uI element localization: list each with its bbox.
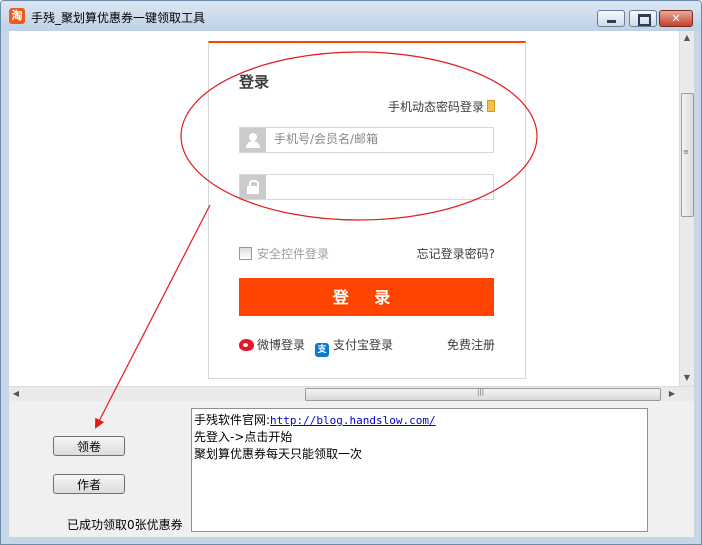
minimize-button[interactable]	[597, 10, 625, 27]
phone-icon	[487, 100, 495, 112]
log-output[interactable]: 手残软件官网:http://blog.handslow.com/ 先登入->点击…	[191, 408, 648, 532]
scroll-right-icon[interactable]: ▶	[665, 387, 679, 401]
site-label: 手残软件官网:	[194, 413, 271, 427]
scroll-down-icon[interactable]: ▼	[680, 371, 694, 385]
grip-icon: ≡	[683, 148, 689, 156]
scroll-left-icon[interactable]: ◀	[9, 387, 23, 401]
site-link[interactable]: http://blog.handslow.com/	[270, 414, 436, 427]
safe-control-label: 安全控件登录	[257, 247, 330, 261]
register-link[interactable]: 免费注册	[447, 336, 495, 353]
claim-coupon-button[interactable]: 领卷	[53, 436, 125, 456]
mobile-login-label: 手机动态密码登录	[387, 100, 484, 114]
vertical-scrollbar[interactable]: ▲ ≡ ▼	[679, 31, 694, 386]
username-field	[239, 127, 494, 153]
safe-control-checkbox[interactable]	[239, 247, 252, 260]
maximize-button[interactable]	[629, 10, 657, 27]
alipay-login-label: 支付宝登录	[333, 338, 394, 352]
embedded-browser: 登录 手机动态密码登录 安全控件登录 忘记登录密码? 登 录 微博登录 支支付宝…	[9, 31, 694, 401]
client-area: 登录 手机动态密码登录 安全控件登录 忘记登录密码? 登 录 微博登录 支支付宝…	[9, 31, 694, 537]
lock-icon	[240, 175, 266, 199]
login-title: 登录	[239, 73, 270, 91]
safe-control-option[interactable]: 安全控件登录	[239, 245, 329, 262]
password-input[interactable]	[274, 178, 484, 194]
password-field	[239, 174, 494, 200]
log-line: 先登入->点击开始	[194, 430, 293, 444]
app-window: 淘 手残_聚划算优惠券一键领取工具 ✕ 登录 手机动态密码登录 安全控件登录 忘…	[0, 0, 702, 545]
alipay-icon: 支	[315, 343, 329, 357]
weibo-icon	[239, 339, 254, 351]
close-button[interactable]: ✕	[659, 10, 693, 27]
scroll-up-icon[interactable]: ▲	[680, 31, 694, 45]
mobile-password-login-link[interactable]: 手机动态密码登录	[388, 98, 495, 115]
forgot-password-link[interactable]: 忘记登录密码?	[417, 245, 495, 262]
close-icon: ✕	[671, 12, 681, 25]
grip-icon: |||	[477, 388, 485, 396]
login-form: 登录 手机动态密码登录 安全控件登录 忘记登录密码? 登 录 微博登录 支支付宝…	[208, 41, 526, 379]
maximize-icon	[638, 14, 651, 26]
log-line: 手残软件官网:http://blog.handslow.com/	[194, 412, 645, 429]
taobao-app-icon: 淘	[9, 8, 25, 24]
claimed-count-label: 已成功领取0张优惠券	[67, 518, 183, 532]
window-title: 手残_聚划算优惠券一键领取工具	[31, 11, 206, 25]
log-line: 聚划算优惠券每天只能领取一次	[194, 447, 363, 461]
author-button[interactable]: 作者	[53, 474, 125, 494]
login-submit-button[interactable]: 登 录	[239, 278, 494, 316]
alipay-login-link[interactable]: 支支付宝登录	[315, 336, 393, 357]
title-bar[interactable]: 淘 手残_聚划算优惠券一键领取工具 ✕	[1, 1, 701, 31]
weibo-login-link[interactable]: 微博登录	[239, 336, 305, 353]
weibo-login-label: 微博登录	[257, 338, 306, 352]
user-icon	[240, 128, 266, 152]
minimize-icon	[607, 20, 616, 23]
horizontal-scrollbar[interactable]: ◀ ||| ▶	[9, 386, 694, 401]
username-input[interactable]	[274, 131, 484, 147]
